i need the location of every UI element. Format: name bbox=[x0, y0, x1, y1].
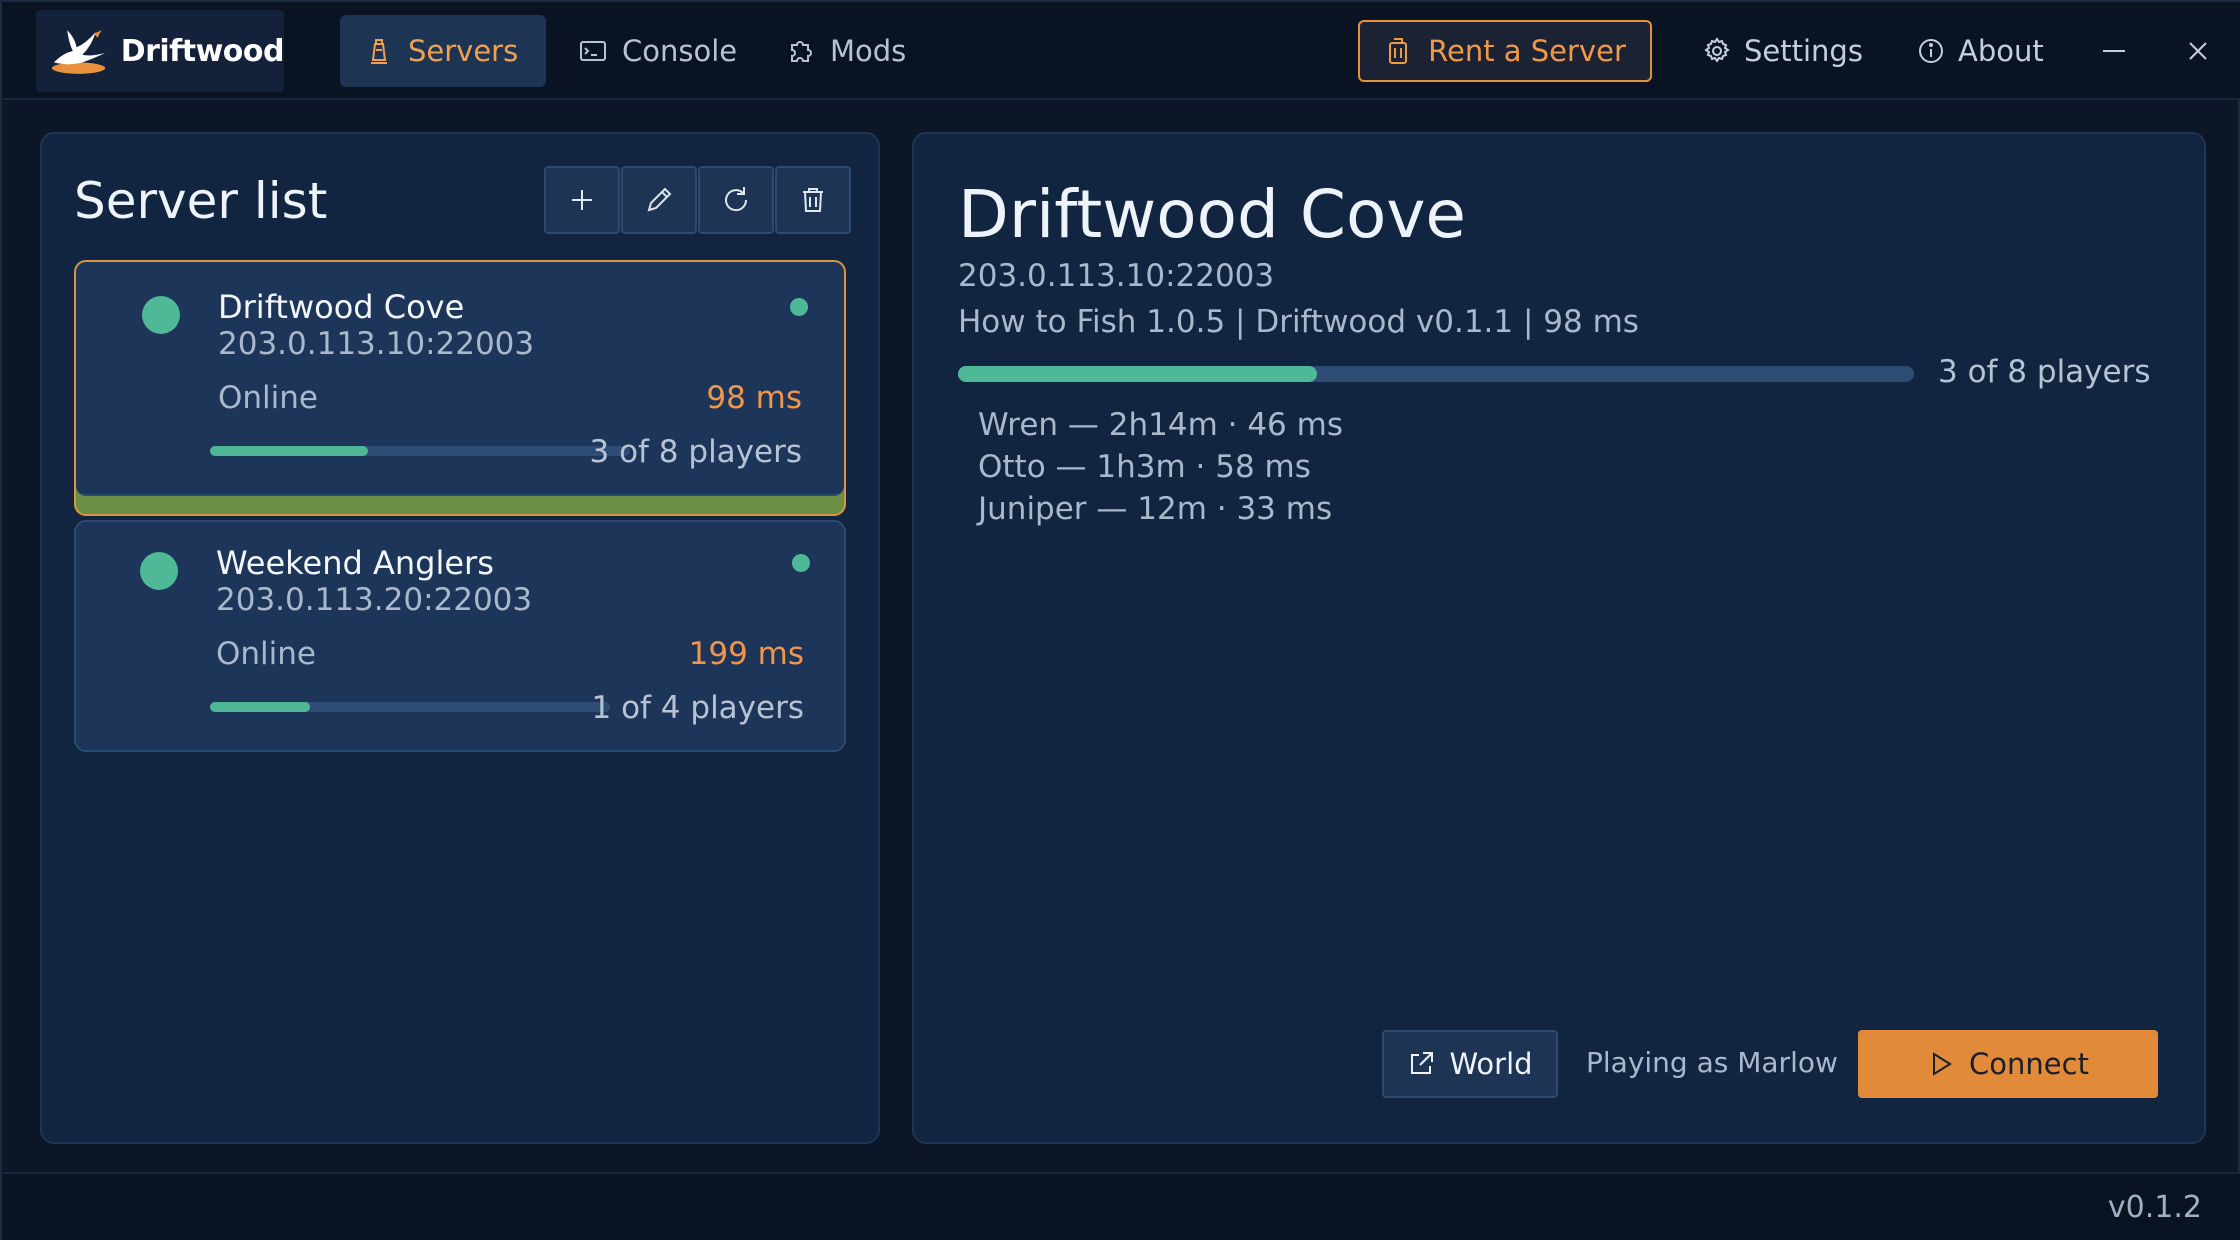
tab-mods-label: Mods bbox=[830, 34, 907, 68]
app-window: Driftwood Servers Console Mods Rent a Se… bbox=[0, 0, 2240, 1240]
player-row: Juniper — 12m · 33 ms bbox=[978, 491, 1333, 527]
server-list-toolbar bbox=[544, 166, 851, 234]
trash-icon bbox=[803, 188, 823, 212]
playing-as-label: Playing as Marlow bbox=[1586, 1046, 1838, 1079]
connect-button-label: Connect bbox=[1969, 1047, 2089, 1081]
server-rack-icon bbox=[1389, 38, 1408, 64]
server-ping: 98 ms bbox=[706, 380, 802, 416]
server-name: Driftwood Cove bbox=[218, 288, 465, 326]
player-row: Otto — 1h3m · 58 ms bbox=[978, 449, 1311, 485]
app-logo: Driftwood bbox=[36, 10, 285, 92]
info-icon bbox=[1919, 39, 1943, 63]
close-button[interactable] bbox=[2168, 20, 2228, 82]
connect-button[interactable]: Connect bbox=[1858, 1030, 2158, 1098]
players-bar-fill bbox=[210, 702, 310, 712]
player-list: Wren — 2h14m · 46 ms Otto — 1h3m · 58 ms… bbox=[978, 404, 1343, 530]
server-status: Online bbox=[218, 380, 318, 416]
rent-server-label: Rent a Server bbox=[1428, 34, 1626, 68]
online-dot bbox=[790, 298, 808, 316]
add-server-button[interactable] bbox=[544, 166, 620, 234]
server-details-panel: Driftwood Cove 203.0.113.10:22003 How to… bbox=[912, 132, 2206, 1144]
world-button-label: World bbox=[1449, 1047, 1533, 1081]
server-players: 1 of 4 players bbox=[591, 690, 805, 726]
about-label: About bbox=[1958, 34, 2044, 68]
about-button[interactable]: About bbox=[1916, 20, 2044, 82]
tab-mods[interactable]: Mods bbox=[762, 15, 930, 87]
players-bar-fill bbox=[210, 446, 368, 456]
detail-players-bar bbox=[958, 366, 1914, 382]
tab-servers-label: Servers bbox=[408, 34, 519, 68]
rent-server-button[interactable]: Rent a Server bbox=[1358, 20, 1652, 82]
gear-icon bbox=[1704, 37, 1730, 63]
server-name: Weekend Anglers bbox=[216, 544, 494, 582]
world-button[interactable]: World bbox=[1382, 1030, 1558, 1098]
status-bar: v0.1.2 bbox=[2, 1172, 2240, 1240]
settings-label: Settings bbox=[1744, 34, 1863, 68]
close-icon bbox=[2189, 42, 2207, 60]
plus-icon bbox=[572, 190, 592, 210]
minimize-button[interactable] bbox=[2084, 20, 2144, 82]
server-list-panel: Server list Driftwood Cove 203.0.113.10:… bbox=[40, 132, 880, 1144]
detail-server-info: How to Fish 1.0.5 | Driftwood v0.1.1 | 9… bbox=[958, 304, 1639, 340]
edit-server-button[interactable] bbox=[621, 166, 697, 234]
delete-server-button[interactable] bbox=[775, 166, 851, 234]
server-address: 203.0.113.10:22003 bbox=[218, 326, 535, 362]
minimize-icon bbox=[2103, 50, 2125, 52]
server-address: 203.0.113.20:22003 bbox=[216, 582, 533, 618]
tab-servers[interactable]: Servers bbox=[340, 15, 546, 87]
settings-button[interactable]: Settings bbox=[1702, 20, 1863, 82]
server-status-indicator bbox=[142, 296, 180, 334]
puzzle-icon bbox=[791, 41, 812, 62]
app-version: v0.1.2 bbox=[2107, 1190, 2202, 1225]
player-row: Wren — 2h14m · 46 ms bbox=[978, 407, 1343, 443]
top-bar: Driftwood Servers Console Mods Rent a Se… bbox=[2, 2, 2240, 100]
logo-text: Driftwood bbox=[120, 33, 285, 69]
server-card-weekend-anglers[interactable]: Weekend Anglers 203.0.113.20:22003 Onlin… bbox=[74, 520, 846, 752]
server-list-title: Server list bbox=[74, 172, 328, 230]
detail-players-bar-fill bbox=[958, 366, 1317, 382]
server-card-driftwood-cove[interactable]: Driftwood Cove 203.0.113.10:22003 Online… bbox=[74, 260, 846, 516]
detail-server-address: 203.0.113.10:22003 bbox=[958, 258, 1275, 294]
server-status: Online bbox=[216, 636, 316, 672]
lighthouse-icon bbox=[371, 39, 387, 64]
pencil-icon bbox=[647, 187, 672, 212]
bird-logo-icon bbox=[51, 30, 106, 74]
tab-console[interactable]: Console bbox=[554, 15, 761, 87]
detail-players-count: 3 of 8 players bbox=[1938, 354, 2151, 390]
server-ping: 199 ms bbox=[688, 636, 804, 672]
refresh-icon bbox=[725, 187, 748, 212]
server-status-indicator bbox=[140, 552, 178, 590]
online-dot bbox=[792, 554, 810, 572]
terminal-icon bbox=[580, 41, 606, 61]
tab-console-label: Console bbox=[622, 34, 738, 68]
server-players: 3 of 8 players bbox=[589, 434, 803, 470]
refresh-button[interactable] bbox=[698, 166, 774, 234]
play-icon bbox=[1933, 1052, 1952, 1076]
detail-server-name: Driftwood Cove bbox=[958, 176, 1466, 253]
external-link-icon bbox=[1411, 1052, 1434, 1074]
